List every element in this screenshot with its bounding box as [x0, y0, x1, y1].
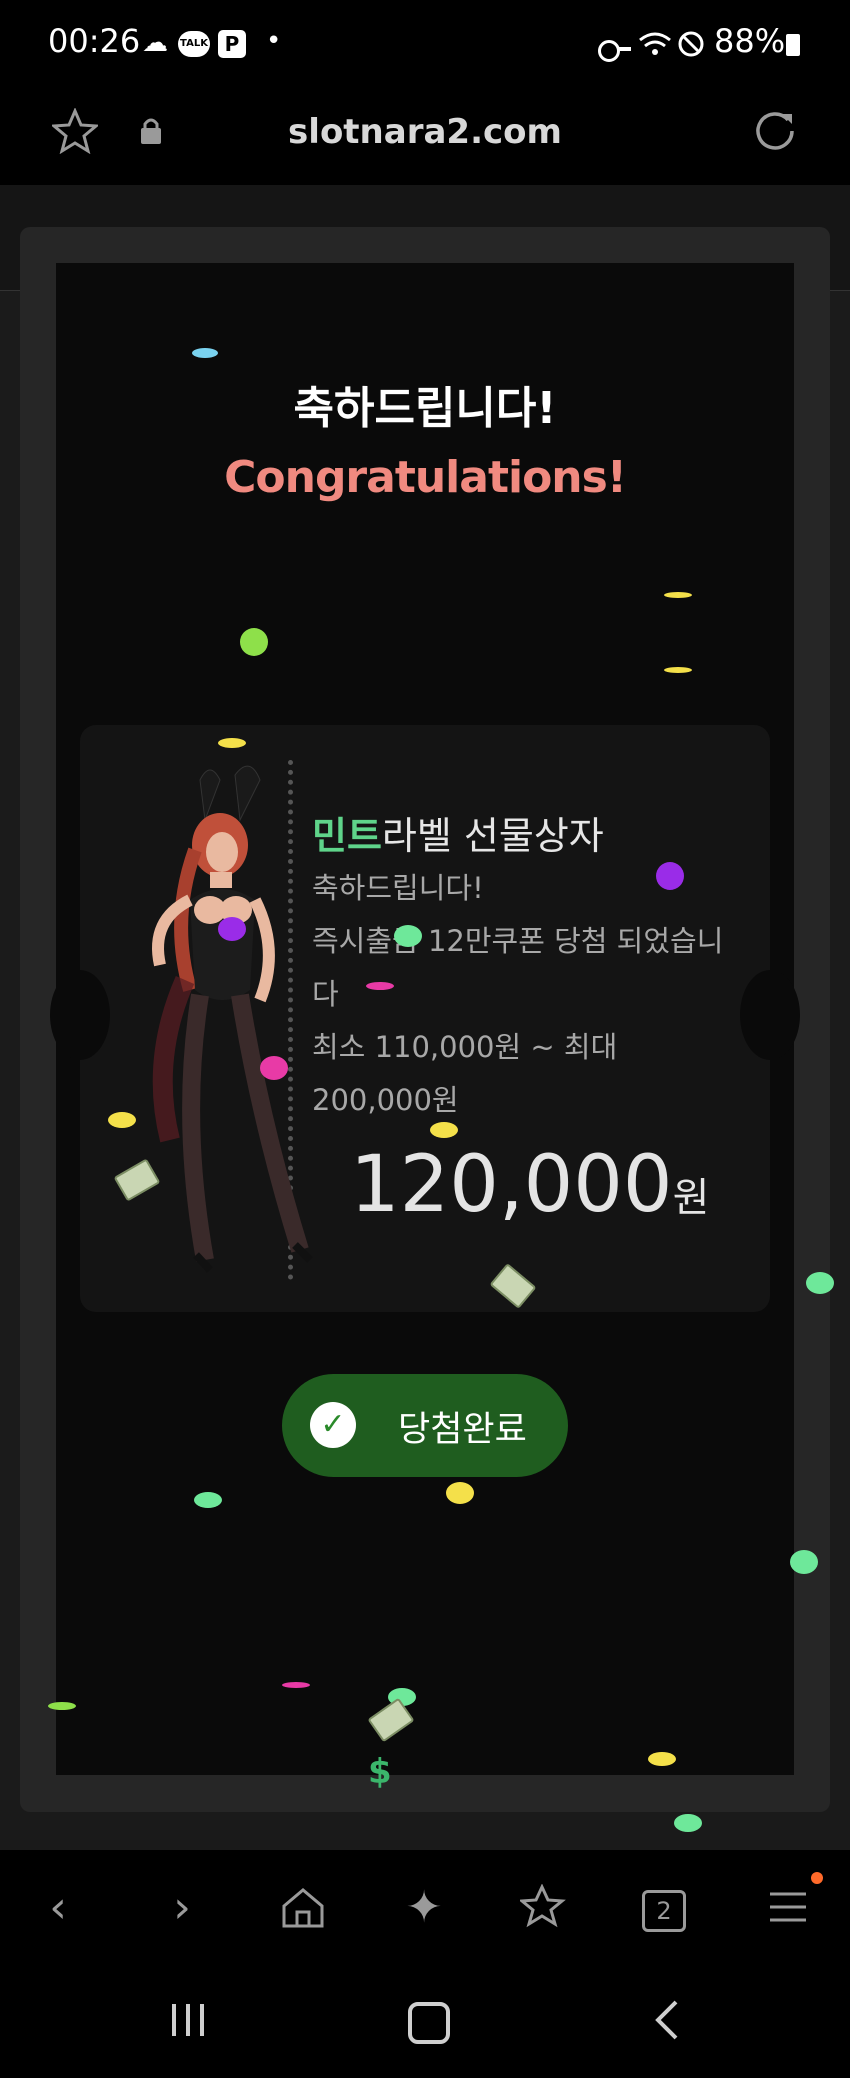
coupon-title-accent: 민트 — [312, 814, 382, 858]
check-icon: ✓ — [310, 1402, 356, 1448]
cloud-icon: ☁ — [142, 28, 168, 58]
home-nav-icon[interactable] — [408, 2002, 450, 2044]
recent-apps-icon[interactable] — [168, 2002, 208, 2038]
bookmarks-icon[interactable] — [520, 1884, 568, 1930]
tabs-icon[interactable]: 2 — [642, 1890, 686, 1932]
blocked-icon — [678, 31, 704, 57]
complete-button-label: 당첨완료 — [398, 1410, 527, 1450]
battery-icon — [786, 34, 800, 56]
dollar-sign: $ — [368, 1752, 392, 1792]
dot-icon: • — [266, 26, 282, 56]
coupon-amount: 120,000원 — [350, 1140, 709, 1230]
sparkle-icon[interactable]: ✦ — [394, 1882, 454, 1933]
reload-icon[interactable] — [752, 108, 798, 154]
status-time: 00:26 — [48, 22, 141, 60]
modal-title-korean: 축하드립니다! — [293, 383, 557, 434]
p-icon: P — [218, 30, 246, 58]
back-icon[interactable]: ‹ — [28, 1882, 88, 1933]
key-icon — [598, 40, 620, 62]
modal-title-english: Congratulations! — [224, 452, 627, 503]
coupon-amount-unit: 원 — [672, 1175, 710, 1221]
menu-icon[interactable] — [768, 1890, 808, 1924]
url-text[interactable]: slotnara2.com — [0, 112, 850, 152]
coupon-title: 민트라벨 선물상자 — [312, 805, 604, 860]
coupon-description: 즉시출금 12만쿠폰 당첨 되었습니다 — [312, 924, 724, 1011]
coupon-notch-left — [50, 970, 110, 1060]
forward-icon[interactable]: › — [152, 1882, 212, 1933]
key-icon-stem — [617, 47, 631, 51]
wifi-icon — [639, 32, 671, 55]
bunny-girl-illustration — [152, 765, 313, 1273]
coupon-amount-value: 120,000 — [350, 1140, 673, 1230]
coupon-range: 최소 110,000원 ~ 최대 200,000원 — [312, 1030, 618, 1117]
coupon-notch-right — [740, 970, 800, 1060]
kakaotalk-icon: TALK — [178, 31, 210, 57]
notification-dot — [811, 1872, 823, 1884]
coupon-title-rest: 라벨 선물상자 — [381, 814, 604, 858]
back-nav-icon[interactable] — [652, 2000, 682, 2040]
battery-percent: 88% — [714, 22, 786, 60]
home-icon[interactable] — [280, 1886, 326, 1930]
